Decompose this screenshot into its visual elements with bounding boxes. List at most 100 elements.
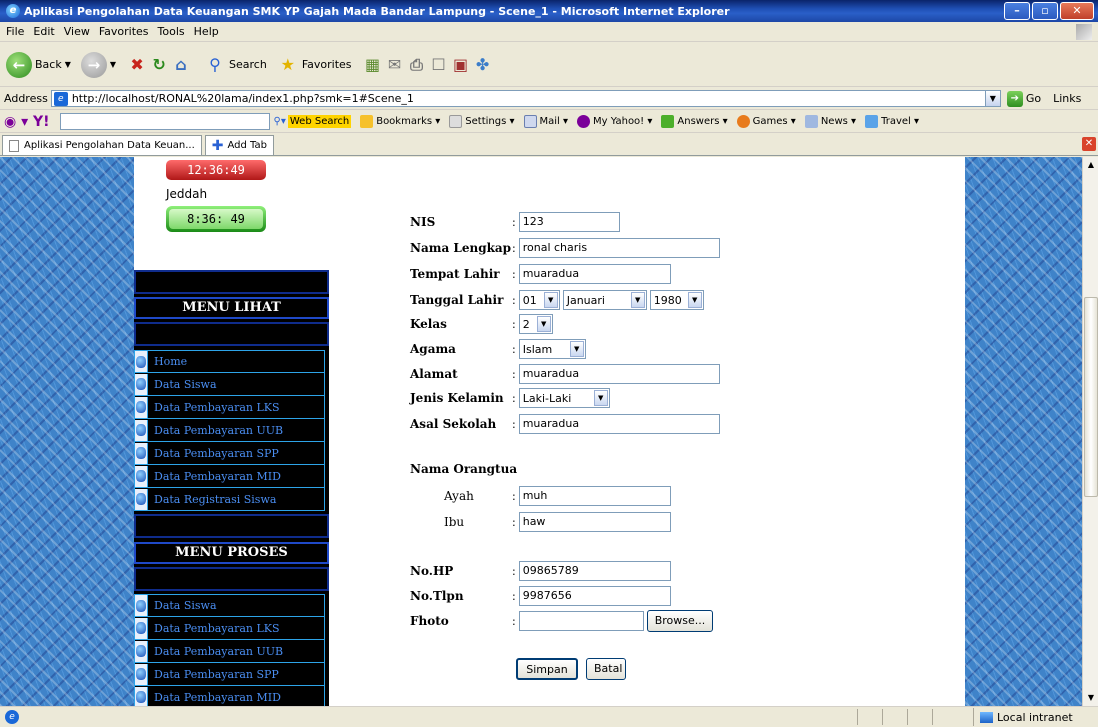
day-value: 01: [522, 293, 537, 307]
jk-select[interactable]: Laki-Laki ▼: [518, 388, 610, 408]
menu-proses-uub[interactable]: Data Pembayaran UUB: [134, 640, 325, 663]
ayah-row: Ayah : muh: [410, 485, 671, 507]
alamat-input[interactable]: muaradua: [518, 364, 720, 384]
chevron-down-icon[interactable]: ▼: [110, 60, 116, 69]
favorites-label: Favorites: [301, 58, 352, 71]
go-button[interactable]: ➔ Go: [1006, 90, 1041, 107]
ayah-label: Ayah: [444, 489, 474, 503]
menu-lihat-mid[interactable]: Data Pembayaran MID: [134, 465, 325, 488]
chevron-down-icon: ▼: [536, 316, 551, 332]
maximize-button[interactable]: ▫: [1032, 2, 1058, 20]
nis-input[interactable]: 123: [518, 212, 620, 232]
tempat-label: Tempat Lahir: [410, 267, 500, 281]
home-icon[interactable]: ⌂: [170, 54, 192, 76]
tab-active[interactable]: Aplikasi Pengolahan Data Keuan...: [2, 135, 202, 155]
forward-button[interactable]: → ▼: [80, 51, 116, 78]
scroll-up-icon[interactable]: ▲: [1083, 157, 1098, 173]
chevron-down-icon[interactable]: ▼: [65, 60, 71, 69]
add-tab-button[interactable]: ✚ Add Tab: [204, 135, 274, 155]
yahoo-logo-icon[interactable]: ◉ ▾ Y!: [4, 114, 50, 130]
menu-tools[interactable]: Tools: [158, 25, 185, 38]
menu-proses-data-siswa[interactable]: Data Siswa: [134, 594, 325, 617]
yahoo-search-input[interactable]: [59, 113, 270, 130]
kelas-select[interactable]: 2 ▼: [518, 314, 553, 334]
menu-item-label: Data Pembayaran UUB: [154, 423, 284, 437]
close-button[interactable]: ✕: [1060, 2, 1094, 20]
search-icon: ⚲▾: [273, 116, 286, 127]
menu-edit[interactable]: Edit: [33, 25, 54, 38]
ayah-input[interactable]: muh: [518, 486, 671, 506]
bullet-icon: [135, 617, 148, 639]
browse-button[interactable]: Browse...: [646, 610, 714, 632]
ibu-input[interactable]: haw: [518, 512, 671, 532]
menu-lihat-uub[interactable]: Data Pembayaran UUB: [134, 419, 325, 442]
menu-lihat-spp[interactable]: Data Pembayaran SPP: [134, 442, 325, 465]
my-yahoo-button[interactable]: My Yahoo! ▾: [577, 115, 652, 128]
menu-help[interactable]: Help: [194, 25, 219, 38]
hp-input[interactable]: 09865789: [518, 561, 671, 581]
games-button[interactable]: Games ▾: [736, 115, 796, 128]
tab-bar: Aplikasi Pengolahan Data Keuan... ✚ Add …: [0, 134, 1098, 156]
settings-button[interactable]: Settings ▾: [449, 115, 515, 128]
asal-input[interactable]: muaradua: [518, 414, 720, 434]
tlpn-input[interactable]: 9987656: [518, 586, 671, 606]
address-url[interactable]: http://localhost/RONAL%20lama/index1.php…: [72, 92, 414, 105]
refresh-icon[interactable]: ↻: [148, 54, 170, 76]
tempat-input[interactable]: muaradua: [518, 264, 671, 284]
menu-favorites[interactable]: Favorites: [99, 25, 149, 38]
batal-button[interactable]: Batal: [586, 658, 626, 680]
menu-lihat-lks[interactable]: Data Pembayaran LKS: [134, 396, 325, 419]
mail-icon[interactable]: ✉: [384, 54, 406, 76]
menu-proses-lks[interactable]: Data Pembayaran LKS: [134, 617, 325, 640]
menu-lihat-registrasi[interactable]: Data Registrasi Siswa: [134, 488, 325, 511]
hp-row: No.HP : 09865789: [410, 560, 671, 582]
stop-icon[interactable]: ✖: [126, 54, 148, 76]
sidebar-divider: [134, 322, 329, 346]
scroll-thumb[interactable]: [1084, 297, 1098, 497]
travel-button[interactable]: Travel ▾: [865, 115, 919, 128]
colon: :: [512, 489, 516, 503]
agama-select[interactable]: Islam ▼: [518, 339, 586, 359]
favorites-button[interactable]: ★ Favorites: [277, 54, 352, 76]
sidebar-divider: [134, 270, 329, 294]
ie-logo-icon: e: [6, 4, 20, 18]
colon: :: [512, 417, 516, 431]
menu-view[interactable]: View: [64, 25, 90, 38]
vertical-scrollbar[interactable]: ▲ ▼: [1082, 157, 1098, 706]
year-select[interactable]: 1980 ▼: [649, 290, 704, 310]
news-button[interactable]: News ▾: [804, 115, 856, 128]
sidebar: 12:36:49 Jeddah 8:36: 49 MENU LIHAT Home…: [134, 157, 329, 706]
day-select[interactable]: 01 ▼: [518, 290, 560, 310]
mail-button[interactable]: Mail ▾: [523, 115, 568, 128]
search-button[interactable]: ⚲ Search: [204, 54, 267, 76]
menu-proses-mid[interactable]: Data Pembayaran MID: [134, 686, 325, 706]
web-search-button[interactable]: ⚲▾ Web Search: [274, 115, 352, 128]
menu-lihat-home[interactable]: Home: [134, 350, 325, 373]
bookmarks-button[interactable]: Bookmarks ▾: [360, 115, 440, 128]
scroll-down-icon[interactable]: ▼: [1083, 690, 1098, 706]
simpan-button[interactable]: Simpan: [516, 658, 578, 680]
research-icon[interactable]: ▣: [450, 54, 472, 76]
foto-file-input[interactable]: [518, 611, 644, 631]
chevron-down-icon[interactable]: ▼: [984, 91, 1000, 106]
minimize-button[interactable]: –: [1004, 2, 1030, 20]
kelas-label: Kelas: [410, 317, 447, 331]
close-tab-icon[interactable]: ✕: [1082, 137, 1096, 151]
ibu-label: Ibu: [444, 515, 465, 529]
back-button[interactable]: ← Back ▼: [6, 51, 71, 78]
menu-file[interactable]: File: [6, 25, 24, 38]
bookmark-icon: [360, 115, 374, 128]
menu-lihat-data-siswa[interactable]: Data Siswa: [134, 373, 325, 396]
history-icon[interactable]: ▦: [362, 54, 384, 76]
month-select[interactable]: Januari ▼: [562, 290, 647, 310]
address-input[interactable]: e http://localhost/RONAL%20lama/index1.p…: [50, 90, 1001, 107]
print-icon[interactable]: ⎙: [406, 54, 428, 76]
links-button[interactable]: Links: [1053, 92, 1081, 105]
nama-input[interactable]: ronal charis: [518, 238, 720, 258]
tanggal-row: Tanggal Lahir : 01 ▼ Januari ▼ 1980 ▼: [410, 289, 707, 311]
menu-proses-spp[interactable]: Data Pembayaran SPP: [134, 663, 325, 686]
messenger-icon[interactable]: ✤: [472, 54, 494, 76]
answers-button[interactable]: Answers ▾: [661, 115, 728, 128]
edit-icon[interactable]: ☐: [428, 54, 450, 76]
main-panel: NIS : 123 Nama Lengkap : ronal charis Te…: [329, 157, 965, 706]
